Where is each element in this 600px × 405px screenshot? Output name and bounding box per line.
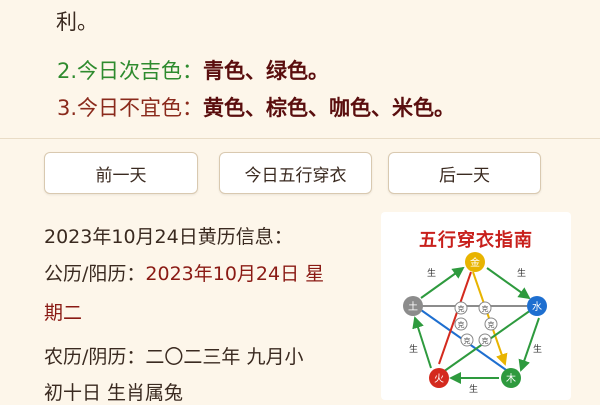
sheng-arrow (518, 317, 540, 372)
wuxing-guide-image[interactable]: 五行穿衣指南 克 克 克 克 克 克 生 生 生 生 生 金 水 木 火 土 (381, 212, 571, 400)
next-day-button[interactable]: 后一天 (388, 152, 541, 194)
lunar-date-row: 农历/阴历：二〇二三年 九月小 (44, 342, 303, 369)
ke-label: 克 (464, 337, 471, 345)
ke-label: 克 (488, 321, 495, 329)
almanac-heading: 2023年10月24日黄历信息： (44, 226, 293, 248)
gregorian-label: 公历/阳历： (44, 263, 146, 285)
water-label: 水 (532, 301, 542, 313)
previous-day-button[interactable]: 前一天 (44, 152, 198, 194)
unlucky-number: 3. (57, 96, 78, 120)
gregorian-value: 2023年10月24日 星 (145, 263, 325, 285)
advice-line-tail: 利。 (56, 10, 98, 34)
section-divider (0, 138, 600, 139)
sheng-label: 生 (409, 343, 418, 355)
lunar-value: 二〇二三年 九月小 (145, 346, 304, 368)
metal-label: 金 (470, 256, 480, 269)
unlucky-color-row: 3.今日不宜色：黄色、棕色、咖色、米色。 (57, 92, 455, 122)
ke-label: 克 (458, 305, 465, 313)
unlucky-label: 今日不宜色： (77, 96, 204, 120)
gregorian-date-row: 公历/阳历：2023年10月24日 星 (44, 259, 324, 286)
secondary-lucky-colors: 青色、绿色。 (203, 59, 330, 83)
lunar-day-zodiac: 初十日 生肖属兔 (44, 382, 184, 404)
wuxing-diagram: 克 克 克 克 克 克 生 生 生 生 生 金 水 木 火 土 (403, 252, 547, 395)
lunar-label: 农历/阴历： (44, 346, 146, 368)
ke-arrow (438, 271, 472, 365)
sheng-label: 生 (533, 343, 542, 355)
weekday-value: 期二 (44, 302, 83, 324)
ke-label: 克 (482, 337, 489, 345)
fire-label: 火 (434, 373, 444, 385)
wood-label: 木 (506, 373, 516, 385)
today-wuxing-button[interactable]: 今日五行穿衣 (219, 152, 372, 194)
unlucky-colors: 黄色、棕色、咖色、米色。 (203, 96, 456, 120)
secondary-lucky-color-row: 2.今日次吉色：青色、绿色。 (57, 55, 329, 85)
sheng-arrow (412, 316, 432, 369)
sheng-label: 生 (427, 267, 436, 279)
secondary-lucky-number: 2. (57, 59, 78, 83)
sheng-label: 生 (469, 383, 478, 395)
sheng-label: 生 (517, 267, 526, 279)
ke-label: 克 (458, 321, 465, 329)
ke-label: 克 (482, 305, 489, 313)
earth-label: 土 (408, 300, 418, 313)
secondary-lucky-label: 今日次吉色： (77, 59, 204, 83)
